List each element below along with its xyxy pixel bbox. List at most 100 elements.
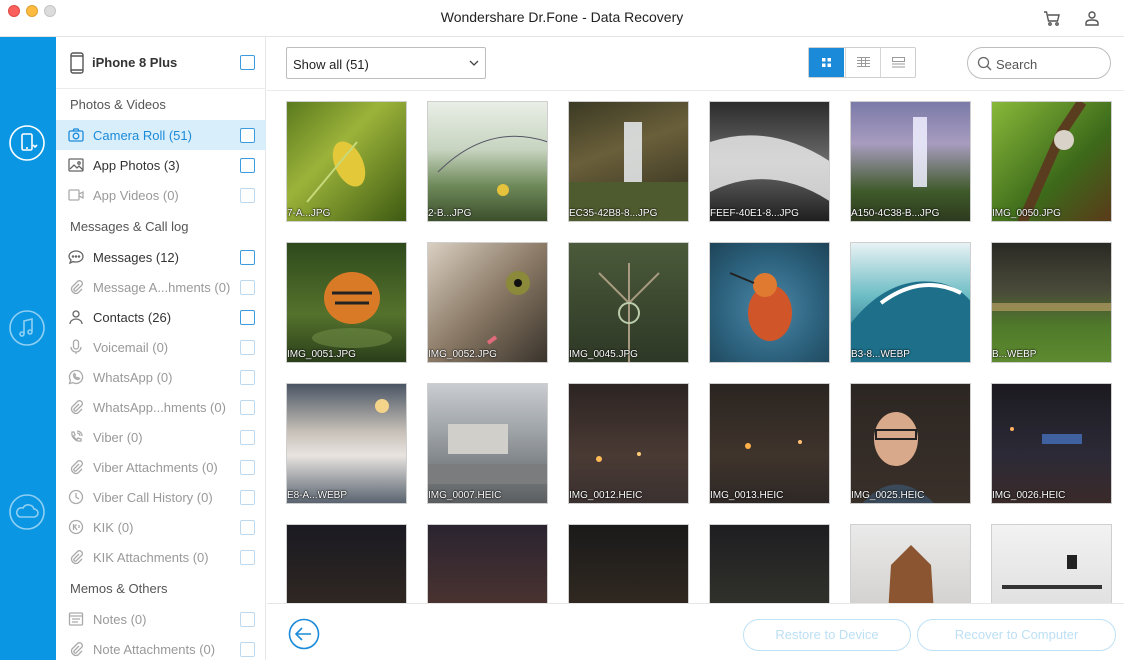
sidebar-item-kik[interactable]: KIK (0) (56, 512, 266, 542)
iphone-icon (70, 52, 84, 74)
photo-thumbnail[interactable]: IMG_0050.JPG (991, 101, 1112, 222)
sidebar-item-viber-attachments[interactable]: Viber Attachments (0) (56, 452, 266, 482)
photo-thumbnail[interactable] (709, 524, 830, 603)
photo-thumbnail[interactable]: IMG_0025.HEIC (850, 383, 971, 504)
viber-attachments-checkbox[interactable] (240, 460, 255, 475)
viber-checkbox[interactable] (240, 430, 255, 445)
photo-thumbnail[interactable] (286, 524, 407, 603)
paperclip-icon (70, 400, 83, 415)
notes-checkbox[interactable] (240, 612, 255, 627)
small-grid-view-button[interactable] (845, 48, 880, 77)
photo-thumbnail[interactable]: IMG_0051.JPG (286, 242, 407, 363)
photo-caption: E8-A...WEBP (287, 490, 348, 501)
kik-checkbox[interactable] (240, 520, 255, 535)
list-view-button[interactable] (880, 48, 915, 77)
sidebar-item-voicemail[interactable]: Voicemail (0) (56, 332, 266, 362)
photo-icon (68, 158, 84, 172)
photo-thumbnail[interactable]: B3-8...WEBP (850, 242, 971, 363)
device-row[interactable]: iPhone 8 Plus (56, 37, 266, 89)
back-arrow-icon[interactable] (288, 618, 320, 650)
app-photos-checkbox[interactable] (240, 158, 255, 173)
grid-view-button[interactable] (809, 48, 844, 77)
photo-thumbnail[interactable]: IMG_0007.HEIC (427, 383, 548, 504)
camera-icon (68, 128, 84, 142)
photo-thumbnail[interactable]: IMG_0012.HEIC (568, 383, 689, 504)
sidebar-item-contacts[interactable]: Contacts (26) (56, 302, 266, 332)
wave-photo (851, 281, 970, 362)
user-icon[interactable] (1083, 9, 1101, 27)
kik-attachments-checkbox[interactable] (240, 550, 255, 565)
photo-thumbnail[interactable] (427, 524, 548, 603)
horse-photo (888, 545, 934, 603)
photo-caption: A150-4C38-B...JPG (851, 208, 940, 219)
photo-thumbnail[interactable]: A150-4C38-B...JPG (850, 101, 971, 222)
sidebar-item-label: App Videos (0) (93, 188, 179, 203)
message-icon (68, 250, 84, 265)
search-placeholder: Search (996, 57, 1038, 72)
photo-grid: 7-A...JPG 2-B...JPG EC35-42B8-8...JPG FE… (286, 101, 1124, 603)
sidebar-item-label: Voicemail (0) (93, 340, 169, 355)
sidebar-item-whatsapp[interactable]: WhatsApp (0) (56, 362, 266, 392)
photo-thumbnail[interactable] (991, 524, 1112, 603)
note-attachments-checkbox[interactable] (240, 642, 255, 657)
contacts-checkbox[interactable] (240, 310, 255, 325)
photo-thumbnail[interactable] (850, 524, 971, 603)
recover-to-computer-button[interactable]: Recover to Computer (917, 619, 1116, 651)
photo-thumbnail[interactable]: 7-A...JPG (286, 101, 407, 222)
photo-thumbnail[interactable] (568, 524, 689, 603)
sidebar-item-messages[interactable]: Messages (12) (56, 242, 266, 272)
photo-caption: IMG_0012.HEIC (569, 490, 643, 501)
whatsapp-attachments-checkbox[interactable] (240, 400, 255, 415)
photo-caption: FEEF-40E1-8...JPG (710, 208, 799, 219)
sidebar-item-camera-roll[interactable]: Camera Roll (51) (56, 120, 266, 150)
phone-recover-icon[interactable] (8, 124, 46, 162)
app-videos-checkbox[interactable] (240, 188, 255, 203)
sidebar-item-kik-attachments[interactable]: KIK Attachments (0) (56, 542, 266, 572)
sidebar-item-label: Viber Call History (0) (93, 490, 213, 505)
photo-thumbnail[interactable]: 2-B...JPG (427, 101, 548, 222)
sidebar-item-label: Viber (0) (93, 430, 143, 445)
messages-checkbox[interactable] (240, 250, 255, 265)
photo-caption: IMG_0050.JPG (992, 208, 1061, 219)
toolbar: Show all (51) Search (267, 37, 1124, 91)
photo-caption: 7-A...JPG (287, 208, 331, 219)
photo-thumbnail[interactable]: B...WEBP (991, 242, 1112, 363)
sidebar-item-app-photos[interactable]: App Photos (3) (56, 150, 266, 180)
photo-thumbnail[interactable]: E8-A...WEBP (286, 383, 407, 504)
stream-photo (710, 135, 829, 201)
sunset-clouds-photo (375, 399, 389, 413)
sidebar-item-label: Viber Attachments (0) (93, 460, 218, 475)
viber-call-history-checkbox[interactable] (240, 490, 255, 505)
music-recover-icon[interactable] (8, 309, 46, 347)
filter-dropdown[interactable]: Show all (51) (286, 47, 486, 79)
sidebar-item-viber[interactable]: Viber (0) (56, 422, 266, 452)
photo-caption: IMG_0052.JPG (428, 349, 497, 360)
photo-thumbnail[interactable]: EC35-42B8-8...JPG (568, 101, 689, 222)
photo-thumbnail[interactable]: FEEF-40E1-8...JPG (709, 101, 830, 222)
city-street-photo (428, 424, 547, 484)
restore-to-device-button[interactable]: Restore to Device (743, 619, 911, 651)
sidebar-item-viber-call-history[interactable]: Viber Call History (0) (56, 482, 266, 512)
sidebar-item-notes[interactable]: Notes (0) (56, 604, 266, 634)
cloud-recover-icon[interactable] (8, 493, 46, 531)
photo-thumbnail[interactable]: IMG_0052.JPG (427, 242, 548, 363)
section-memos-others: Memos & Others (70, 581, 168, 596)
photo-thumbnail[interactable]: IMG_0013.HEIC (709, 383, 830, 504)
cart-icon[interactable] (1043, 9, 1061, 27)
camera-roll-checkbox[interactable] (240, 128, 255, 143)
photo-thumbnail[interactable] (709, 242, 830, 363)
device-checkbox[interactable] (240, 55, 255, 70)
search-box[interactable]: Search (967, 47, 1111, 79)
sidebar-item-note-attachments[interactable]: Note Attachments (0) (56, 634, 266, 660)
photo-thumbnail[interactable]: IMG_0026.HEIC (991, 383, 1112, 504)
sidebar-item-message-attachments[interactable]: Message A...hments (0) (56, 272, 266, 302)
sidebar-item-label: Camera Roll (51) (93, 128, 192, 143)
sidebar-item-app-videos[interactable]: App Videos (0) (56, 180, 266, 210)
small-grid-icon (857, 57, 870, 67)
photo-thumbnail[interactable]: IMG_0045.JPG (568, 242, 689, 363)
grass-photo (437, 135, 547, 196)
whatsapp-checkbox[interactable] (240, 370, 255, 385)
voicemail-checkbox[interactable] (240, 340, 255, 355)
sidebar-item-whatsapp-attachments[interactable]: WhatsApp...hments (0) (56, 392, 266, 422)
message-attachments-checkbox[interactable] (240, 280, 255, 295)
